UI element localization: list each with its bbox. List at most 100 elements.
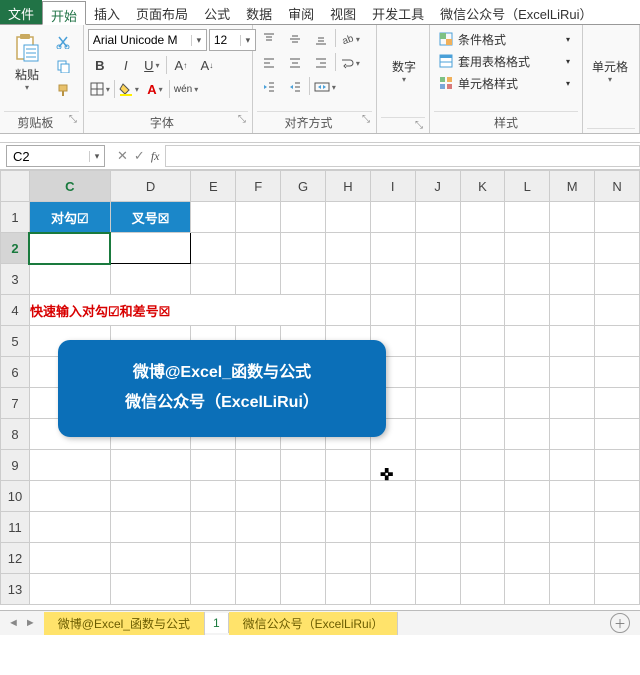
cell-G10[interactable]: [281, 481, 326, 512]
align-top-button[interactable]: [257, 29, 281, 49]
italic-button[interactable]: I: [114, 55, 138, 75]
chevron-down-icon[interactable]: ▾: [89, 151, 104, 162]
sheet-nav[interactable]: ◄►: [0, 617, 44, 629]
cell-J1[interactable]: [415, 202, 460, 233]
cell-K2[interactable]: [460, 233, 505, 264]
fx-icon[interactable]: fx: [151, 149, 160, 164]
bold-button[interactable]: B: [88, 55, 112, 75]
col-header-K[interactable]: K: [460, 171, 505, 202]
row-header-12[interactable]: 12: [1, 543, 30, 574]
cell-L5[interactable]: [505, 326, 550, 357]
copy-button[interactable]: [52, 55, 74, 77]
cell-E1[interactable]: [191, 202, 236, 233]
cell-D13[interactable]: [110, 574, 191, 605]
row-header-3[interactable]: 3: [1, 264, 30, 295]
cell-M7[interactable]: [550, 388, 595, 419]
cell-N3[interactable]: [595, 264, 640, 295]
cell-M13[interactable]: [550, 574, 595, 605]
cell-D11[interactable]: [110, 512, 191, 543]
decrease-font-button[interactable]: A↓: [195, 55, 219, 75]
font-size-input[interactable]: [210, 31, 240, 49]
cell-F1[interactable]: [236, 202, 281, 233]
cell-I11[interactable]: [370, 512, 415, 543]
cell-L6[interactable]: [505, 357, 550, 388]
cell-J2[interactable]: [415, 233, 460, 264]
col-header-D[interactable]: D: [110, 171, 191, 202]
row-header-2[interactable]: 2: [1, 233, 30, 264]
cells-button[interactable]: 单元格 ▾: [587, 27, 633, 97]
cell-J5[interactable]: [415, 326, 460, 357]
row-header-8[interactable]: 8: [1, 419, 30, 450]
cell-M6[interactable]: [550, 357, 595, 388]
wrap-text-button[interactable]: [338, 53, 362, 73]
cell-E3[interactable]: [191, 264, 236, 295]
col-header-M[interactable]: M: [550, 171, 595, 202]
col-header-L[interactable]: L: [505, 171, 550, 202]
align-bottom-button[interactable]: [309, 29, 333, 49]
align-middle-button[interactable]: [283, 29, 307, 49]
cell-I3[interactable]: [370, 264, 415, 295]
cell-C11[interactable]: [29, 512, 110, 543]
cell-K11[interactable]: [460, 512, 505, 543]
font-size-combo[interactable]: ▾: [209, 29, 256, 51]
row-header-7[interactable]: 7: [1, 388, 30, 419]
col-header-N[interactable]: N: [595, 171, 640, 202]
align-right-button[interactable]: [309, 53, 333, 73]
cell-N9[interactable]: [595, 450, 640, 481]
cell-I1[interactable]: [370, 202, 415, 233]
cell-K10[interactable]: [460, 481, 505, 512]
cell-L8[interactable]: [505, 419, 550, 450]
underline-button[interactable]: U: [140, 55, 164, 75]
cell-M1[interactable]: [550, 202, 595, 233]
cell-K9[interactable]: [460, 450, 505, 481]
sheet-tab-1[interactable]: 微博@Excel_函数与公式: [44, 612, 205, 635]
cell-N2[interactable]: [595, 233, 640, 264]
cell-G9[interactable]: [281, 450, 326, 481]
cell-H3[interactable]: [325, 264, 370, 295]
col-header-F[interactable]: F: [236, 171, 281, 202]
cell-L12[interactable]: [505, 543, 550, 574]
cell-F13[interactable]: [236, 574, 281, 605]
row-header-6[interactable]: 6: [1, 357, 30, 388]
cell-L4[interactable]: [505, 295, 550, 326]
cell-M9[interactable]: [550, 450, 595, 481]
cell-L10[interactable]: [505, 481, 550, 512]
align-left-button[interactable]: [257, 53, 281, 73]
sheet-tab-2[interactable]: 微信公众号（ExcelLiRui）: [229, 612, 399, 635]
select-all-corner[interactable]: [1, 171, 30, 202]
border-button[interactable]: [88, 79, 112, 99]
cell-K7[interactable]: [460, 388, 505, 419]
cell-M12[interactable]: [550, 543, 595, 574]
cell-J6[interactable]: [415, 357, 460, 388]
cell-I12[interactable]: [370, 543, 415, 574]
orientation-button[interactable]: ab: [338, 29, 362, 49]
paste-button[interactable]: 粘贴 ▾: [4, 27, 50, 97]
cell-J13[interactable]: [415, 574, 460, 605]
col-header-G[interactable]: G: [281, 171, 326, 202]
row-header-10[interactable]: 10: [1, 481, 30, 512]
sheet-next-icon[interactable]: ►: [25, 617, 36, 629]
align-center-button[interactable]: [283, 53, 307, 73]
cell-G12[interactable]: [281, 543, 326, 574]
menu-tab-home[interactable]: 开始: [42, 1, 86, 25]
cell-N10[interactable]: [595, 481, 640, 512]
chevron-down-icon[interactable]: ▾: [191, 35, 206, 46]
fill-color-button[interactable]: [117, 79, 141, 99]
menu-tab-custom[interactable]: 微信公众号（ExcelLiRui）: [432, 0, 600, 24]
name-box-input[interactable]: [7, 149, 89, 164]
increase-indent-button[interactable]: [283, 77, 307, 97]
cell-M3[interactable]: [550, 264, 595, 295]
phonetic-button[interactable]: wén: [172, 79, 200, 99]
decrease-indent-button[interactable]: [257, 77, 281, 97]
cell-C10[interactable]: [29, 481, 110, 512]
formula-bar[interactable]: [165, 145, 640, 167]
cell-M2[interactable]: [550, 233, 595, 264]
cell-C13[interactable]: [29, 574, 110, 605]
cell-N7[interactable]: [595, 388, 640, 419]
cell-K4[interactable]: [460, 295, 505, 326]
cell-L9[interactable]: [505, 450, 550, 481]
font-name-combo[interactable]: ▾: [88, 29, 207, 51]
cancel-formula-button[interactable]: ✕: [117, 148, 128, 164]
cell-G11[interactable]: [281, 512, 326, 543]
cell-N11[interactable]: [595, 512, 640, 543]
